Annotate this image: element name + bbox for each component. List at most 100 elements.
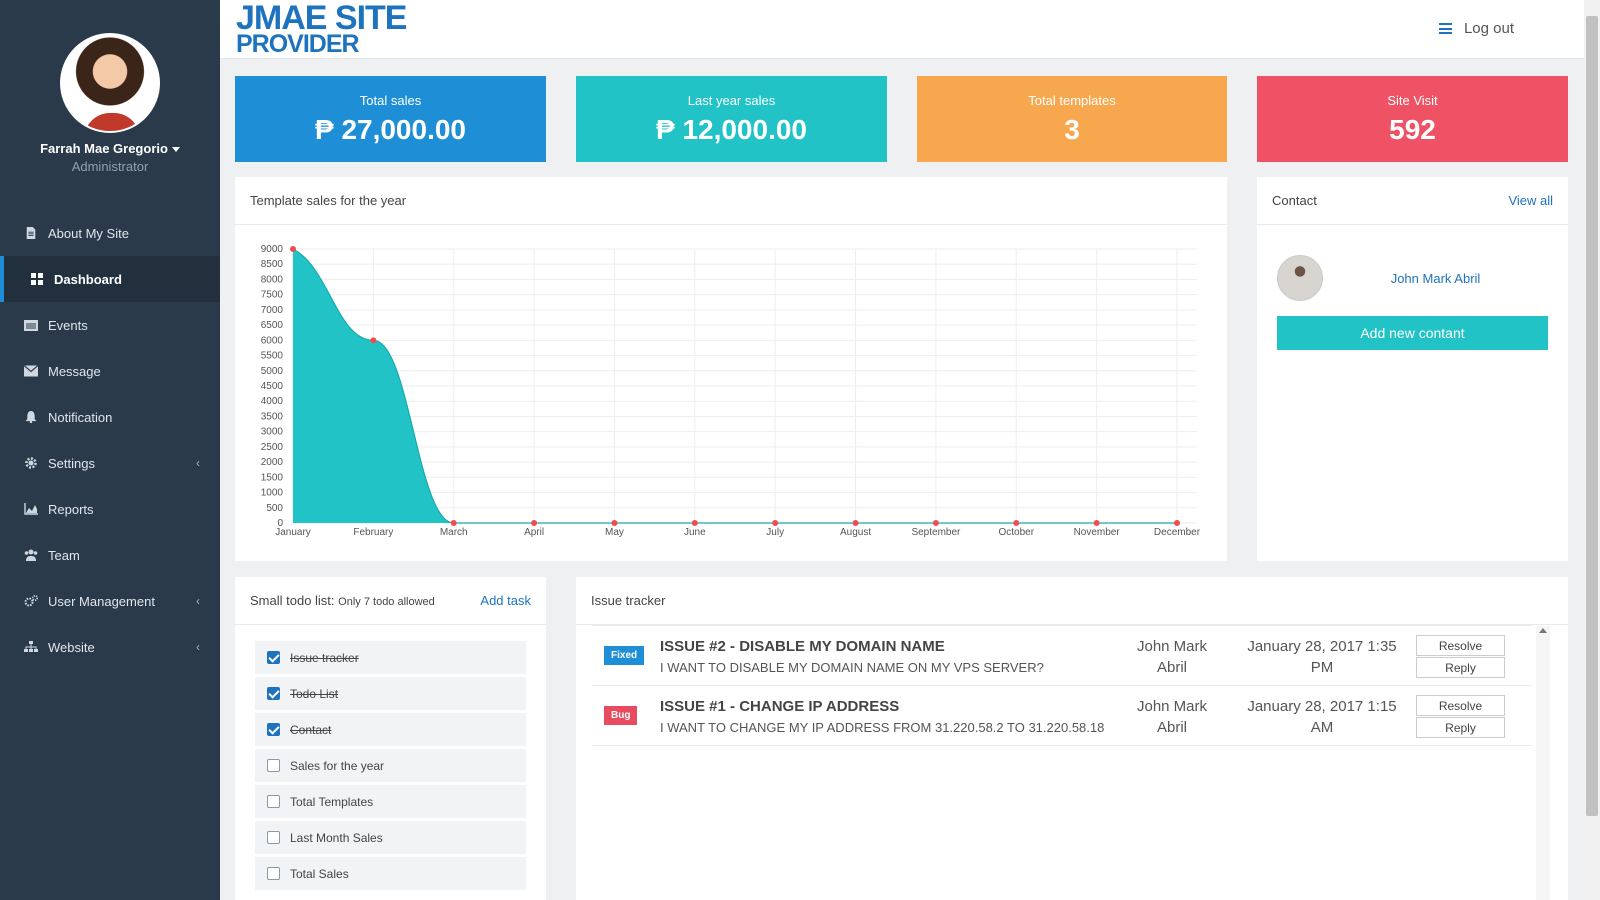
y-tick-label: 2500	[261, 442, 284, 453]
sidebar-item-label: Team	[48, 547, 80, 563]
todo-item-label: Sales for the year	[290, 758, 385, 773]
stat-card-total-templates: Total templates 3	[917, 76, 1227, 162]
envelope-icon	[24, 365, 38, 377]
issue-row: Bug ISSUE #1 - CHANGE IP ADDRESS I WANT …	[592, 686, 1532, 746]
sidebar-item-about-my-site[interactable]: About My Site	[0, 210, 220, 256]
issue-description: I WANT TO CHANGE MY IP ADDRESS FROM 31.2…	[660, 720, 1105, 735]
y-tick-label: 500	[266, 503, 283, 514]
resolve-button[interactable]: Resolve	[1416, 635, 1505, 656]
view-all-link[interactable]: View all	[1508, 193, 1553, 208]
todo-item[interactable]: Total Sales	[255, 857, 526, 890]
checkbox-checked[interactable]	[267, 687, 280, 700]
data-point	[611, 520, 618, 526]
cogs-icon	[24, 595, 38, 607]
y-tick-label: 5500	[261, 351, 284, 362]
issue-list-scrollbar[interactable]	[1536, 626, 1550, 900]
contact-name-link[interactable]: John Mark Abril	[1323, 271, 1548, 286]
todo-item[interactable]: Total Templates	[255, 785, 526, 818]
reply-button[interactable]: Reply	[1416, 657, 1505, 678]
sidebar-item-reports[interactable]: Reports	[0, 486, 220, 532]
stat-value: 3	[1064, 114, 1080, 145]
gear-icon	[25, 457, 37, 469]
x-tick-label: March	[440, 527, 468, 538]
data-point	[370, 337, 377, 344]
logo-line-2: PROVIDER	[236, 30, 360, 59]
checkbox-unchecked[interactable]	[267, 867, 280, 880]
issue-list: Fixed ISSUE #2 - DISABLE MY DOMAIN NAME …	[592, 625, 1550, 900]
todo-item[interactable]: Todo List	[255, 677, 526, 710]
todo-item[interactable]: Sales for the year	[255, 749, 526, 782]
stat-value: 592	[1389, 114, 1436, 145]
contact-row[interactable]: John Mark Abril	[1257, 225, 1568, 301]
sidebar-item-events[interactable]: Events	[0, 302, 220, 348]
data-point	[852, 520, 859, 526]
resolve-button[interactable]: Resolve	[1416, 695, 1505, 716]
todo-item[interactable]: Last Month Sales	[255, 821, 526, 854]
data-point	[290, 246, 296, 252]
add-new-contact-button[interactable]: Add new contant	[1277, 316, 1548, 350]
sidebar-item-team[interactable]: Team	[0, 532, 220, 578]
checkbox-unchecked[interactable]	[267, 795, 280, 808]
add-task-link[interactable]: Add task	[480, 593, 531, 608]
checkbox-checked[interactable]	[267, 723, 280, 736]
todo-item[interactable]: Contact	[255, 713, 526, 746]
chart-panel-title: Template sales for the year	[250, 193, 407, 208]
checkbox-checked[interactable]	[267, 651, 280, 664]
page-scrollbar-thumb[interactable]	[1586, 16, 1598, 816]
scroll-up-arrow-icon[interactable]	[1539, 628, 1547, 633]
sidebar-item-message[interactable]: Message	[0, 348, 220, 394]
profile-avatar[interactable]	[60, 33, 160, 133]
sidebar-item-settings[interactable]: Settings ‹	[0, 440, 220, 486]
sidebar-item-label: Settings	[48, 455, 95, 471]
logo-line-1: JMAE SITE	[236, 0, 407, 37]
todo-item-label: Total Templates	[290, 794, 374, 809]
x-tick-label: June	[684, 527, 706, 538]
todo-item-label: Contact	[290, 722, 332, 737]
stat-label: Site Visit	[1387, 93, 1438, 108]
sidebar-item-user-management[interactable]: User Management ‹	[0, 578, 220, 624]
y-tick-label: 5000	[261, 366, 284, 377]
stat-label: Total sales	[359, 93, 422, 108]
reply-button[interactable]: Reply	[1416, 717, 1505, 738]
issue-description: I WANT TO DISABLE MY DOMAIN NAME ON MY V…	[660, 660, 1044, 675]
page-scrollbar[interactable]	[1584, 0, 1600, 900]
contact-avatar[interactable]	[1277, 255, 1323, 301]
y-tick-label: 7000	[261, 305, 284, 316]
checkbox-unchecked[interactable]	[267, 759, 280, 772]
sidebar-item-label: Message	[48, 363, 101, 379]
users-icon	[24, 549, 38, 561]
status-badge: Bug	[604, 706, 638, 725]
x-tick-label: October	[998, 527, 1034, 538]
status-badge: Fixed	[604, 646, 645, 665]
issue-author: John Mark Abril	[1136, 698, 1208, 736]
issue-tracker-header: Issue tracker	[576, 577, 1568, 625]
todo-item-label: Issue tracker	[290, 650, 359, 665]
x-tick-label: November	[1074, 527, 1121, 538]
checkbox-unchecked[interactable]	[267, 831, 280, 844]
issue-title[interactable]: ISSUE #1 - CHANGE IP ADDRESS	[660, 698, 899, 715]
site-logo[interactable]: JMAE SITE PROVIDER	[236, 0, 407, 59]
sidebar-item-website[interactable]: Website ‹	[0, 624, 220, 670]
stat-value: ₱ 12,000.00	[655, 114, 808, 145]
todo-item[interactable]: Issue tracker	[255, 641, 526, 674]
contact-panel-header: Contact View all	[1257, 177, 1568, 225]
data-point	[1174, 520, 1180, 526]
issue-title[interactable]: ISSUE #2 - DISABLE MY DOMAIN NAME	[660, 638, 945, 655]
sidebar-item-notification[interactable]: Notification	[0, 394, 220, 440]
y-tick-label: 6500	[261, 320, 284, 331]
stat-value: ₱ 27,000.00	[314, 114, 467, 145]
sales-area-chart: 0500100015002000250030003500400045005000…	[261, 244, 1201, 538]
profile-name-dropdown[interactable]: Farrah Mae Gregorio	[0, 141, 220, 156]
todo-subtitle: Only 7 todo allowed	[338, 596, 435, 608]
y-tick-label: 4000	[261, 396, 284, 407]
sidebar-item-label: About My Site	[48, 225, 129, 241]
issue-tracker-panel: Issue tracker Fixed ISSUE #2 - DISABLE M…	[576, 577, 1568, 900]
area-chart-icon	[24, 503, 38, 515]
sidebar-nav: About My Site Dashboard Events Message N…	[0, 210, 220, 670]
y-tick-label: 9000	[261, 244, 284, 255]
logout-label: Log out	[1463, 20, 1514, 37]
data-point	[932, 520, 939, 526]
logout-button[interactable]: Log out	[1438, 20, 1514, 37]
y-tick-label: 2000	[261, 457, 284, 468]
sidebar-item-dashboard[interactable]: Dashboard	[0, 256, 220, 302]
